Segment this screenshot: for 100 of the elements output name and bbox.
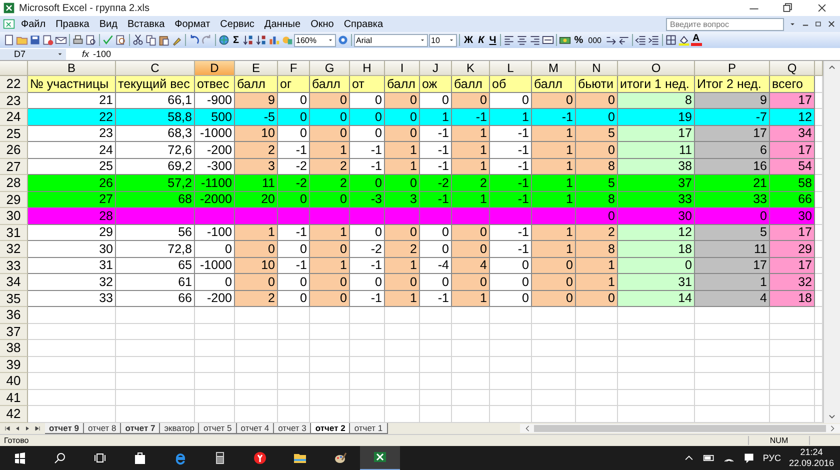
menu-item[interactable]: Вид (95, 18, 122, 30)
horizontal-scrollbar[interactable] (520, 424, 840, 432)
row-header[interactable]: 41 (0, 390, 28, 406)
bold-button[interactable]: Ж (462, 34, 476, 46)
save-icon[interactable] (29, 34, 41, 46)
sort-descending-icon[interactable] (255, 34, 268, 46)
sheet-tab[interactable]: отчет 7 (121, 422, 160, 434)
print-preview-icon[interactable] (85, 34, 97, 46)
row-header[interactable]: 29 (0, 192, 28, 208)
name-box[interactable]: D7 (0, 48, 66, 60)
percent-button[interactable]: % (572, 34, 586, 46)
row-header[interactable]: 30 (0, 208, 28, 224)
align-center-icon[interactable] (516, 34, 528, 46)
paste-icon[interactable] (158, 34, 170, 46)
row-header[interactable]: 31 (0, 224, 28, 241)
fill-color-icon[interactable] (678, 34, 690, 46)
close-icon[interactable] (816, 2, 828, 14)
email-icon[interactable] (55, 34, 67, 46)
sheet-tab[interactable]: отчет 1 (350, 422, 388, 434)
row-header[interactable]: 28 (0, 175, 28, 192)
folder-icon[interactable] (293, 451, 307, 465)
vertical-scrollbar[interactable] (823, 61, 840, 422)
font-size-dropdown[interactable]: 10 (429, 34, 458, 46)
row-header[interactable]: 32 (0, 241, 28, 258)
store-icon[interactable] (133, 451, 147, 465)
sheet-tab[interactable]: экватор (160, 422, 200, 434)
language-indicator[interactable]: РУС (762, 453, 781, 463)
decrease-decimal-icon[interactable] (618, 34, 630, 46)
row-header[interactable]: 25 (0, 126, 28, 142)
notification-icon[interactable] (742, 452, 755, 464)
zoom-dropdown[interactable]: 160% (294, 34, 336, 46)
sheet-tab[interactable]: отчет 5 (199, 422, 237, 434)
column-header[interactable]: E (235, 61, 278, 76)
excel-icon[interactable] (373, 450, 387, 464)
column-header[interactable]: P (695, 61, 770, 76)
align-left-icon[interactable] (503, 34, 516, 46)
new-document-icon[interactable] (3, 34, 15, 46)
increase-indent-icon[interactable] (648, 34, 660, 46)
restore-icon[interactable] (782, 2, 794, 14)
first-sheet-icon[interactable] (4, 424, 11, 432)
menu-item[interactable]: Файл (17, 18, 50, 30)
globe-icon[interactable] (218, 34, 230, 46)
row-header[interactable]: 23 (0, 92, 28, 109)
italic-button[interactable]: К (476, 34, 486, 46)
column-header[interactable]: O (618, 61, 695, 76)
scissors-icon[interactable] (132, 34, 144, 46)
undo-icon[interactable] (188, 34, 200, 46)
printer-icon[interactable] (72, 34, 84, 46)
taskbar-button[interactable] (360, 446, 400, 470)
font-dropdown[interactable]: Arial (354, 34, 428, 46)
battery-icon[interactable] (702, 452, 715, 464)
previous-sheet-icon[interactable] (14, 424, 21, 432)
row-header[interactable]: 42 (0, 406, 28, 422)
windows-logo-icon[interactable] (13, 451, 27, 465)
column-header[interactable]: B (28, 61, 116, 76)
row-header[interactable]: 40 (0, 373, 28, 390)
menu-item[interactable]: Вставка (123, 18, 169, 30)
menu-item[interactable]: Сервис (216, 18, 258, 30)
copy-icon[interactable] (145, 34, 157, 46)
row-header[interactable]: 37 (0, 324, 28, 340)
row-header[interactable]: 38 (0, 340, 28, 356)
align-right-icon[interactable] (529, 34, 542, 46)
menu-item[interactable]: Формат (170, 18, 214, 30)
column-header[interactable]: H (350, 61, 385, 76)
column-header[interactable]: N (576, 61, 618, 76)
column-header[interactable]: K (452, 61, 490, 76)
help-search-field[interactable]: Введите вопрос (666, 18, 784, 30)
column-header[interactable]: I (385, 61, 420, 76)
row-header[interactable]: 22 (0, 76, 28, 92)
sheet-tab[interactable]: отчет 3 (274, 422, 312, 434)
column-header[interactable]: L (490, 61, 532, 76)
column-header[interactable]: J (420, 61, 452, 76)
menu-item[interactable]: Правка (52, 18, 94, 30)
row-header[interactable]: 33 (0, 258, 28, 274)
row-header[interactable]: 26 (0, 142, 28, 158)
increase-decimal-icon[interactable] (604, 34, 617, 46)
task-view-icon[interactable] (93, 451, 107, 465)
browser-icon[interactable] (173, 451, 187, 465)
menu-item[interactable]: Справка (340, 18, 388, 30)
currency-icon[interactable] (559, 34, 572, 46)
thousands-button[interactable]: 000 (586, 36, 604, 44)
row-header[interactable]: 35 (0, 290, 28, 307)
column-header[interactable]: G (310, 61, 350, 76)
menu-item[interactable]: Данные (260, 18, 305, 30)
sheet-tab[interactable]: отчет 2 (311, 422, 350, 434)
formula-value[interactable]: -100 (93, 49, 112, 59)
column-header[interactable]: Q (770, 61, 815, 76)
sort-ascending-icon[interactable] (242, 34, 254, 46)
next-sheet-icon[interactable] (24, 424, 31, 432)
row-header[interactable]: 36 (0, 307, 28, 324)
row-header[interactable]: 24 (0, 109, 28, 126)
sheet-tab[interactable]: отчет 9 (45, 422, 84, 434)
row-header[interactable]: 27 (0, 158, 28, 175)
decrease-indent-icon[interactable] (634, 34, 647, 46)
scroll-right-icon[interactable] (828, 424, 837, 432)
calculator-icon[interactable] (213, 451, 227, 465)
autosum-button[interactable]: Σ (231, 34, 242, 46)
search-icon[interactable] (53, 451, 67, 465)
column-header[interactable]: M (532, 61, 576, 76)
bar-chart-icon[interactable] (268, 34, 280, 46)
